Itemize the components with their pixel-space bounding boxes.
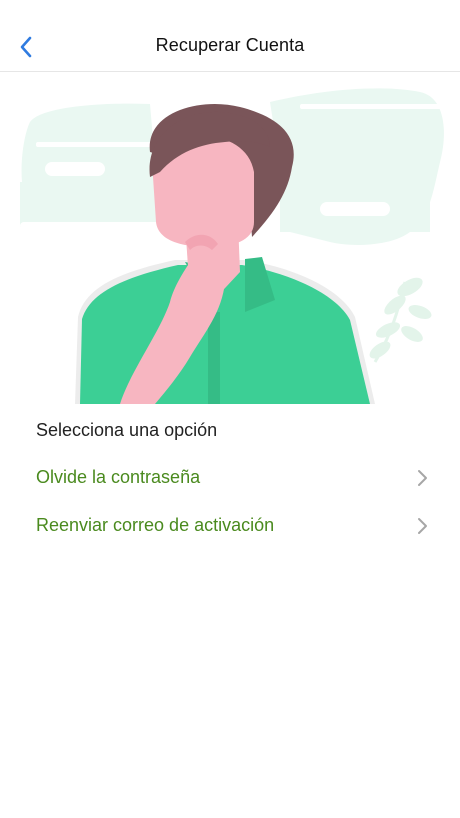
chevron-left-icon — [20, 36, 32, 58]
plant-decoration — [369, 277, 432, 363]
navigation-bar: Recuperar Cuenta — [0, 0, 460, 72]
option-label: Olvide la contraseña — [36, 467, 201, 487]
back-button[interactable] — [8, 27, 44, 67]
page-title: Recuperar Cuenta — [155, 35, 305, 55]
forgot-password-option[interactable]: Olvide la contraseña — [0, 456, 460, 500]
section-heading: Selecciona una opción — [36, 420, 218, 440]
chevron-right-icon — [418, 470, 427, 486]
option-label: Reenviar correo de activación — [36, 515, 275, 535]
chevron-right-icon — [418, 518, 427, 534]
recover-account-screen: Recuperar Cuenta Selecciona una opción O… — [0, 0, 460, 818]
resend-activation-email-option[interactable]: Reenviar correo de activación — [0, 504, 460, 548]
thinking-man-illustration — [20, 88, 450, 404]
